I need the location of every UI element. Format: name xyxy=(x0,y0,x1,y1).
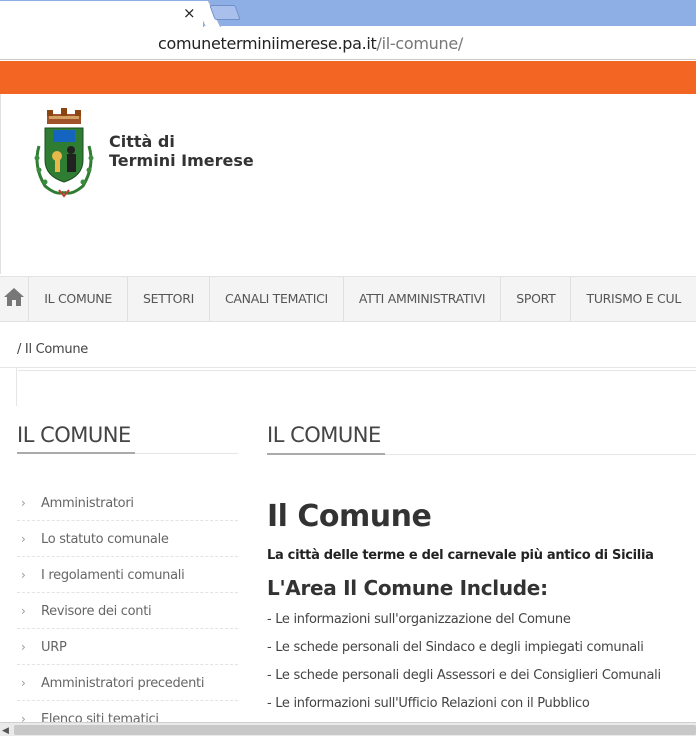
nav-item-sport[interactable]: SPORT xyxy=(501,277,572,321)
sidebar-item-revisore[interactable]: › Revisore dei conti xyxy=(17,593,238,629)
nav-item-settori[interactable]: SETTORI xyxy=(128,277,210,321)
sidebar-menu: › Amministratori › Lo statuto comunale › I … xyxy=(17,485,238,736)
sidebar-item-label: Amministratori xyxy=(41,496,134,511)
site-brand[interactable]: Città di Termini Imerese xyxy=(109,132,254,170)
sidebar-item-statuto[interactable]: › Lo statuto comunale xyxy=(17,521,238,557)
chevron-right-icon: › xyxy=(21,568,26,582)
chevron-right-icon: › xyxy=(21,604,26,618)
address-bar[interactable]: comuneterminiimerese.pa.it/il-comune/ xyxy=(0,27,696,60)
content-list: - Le informazioni sull'organizzazione de… xyxy=(267,612,661,724)
scrollbar-thumb[interactable] xyxy=(14,725,696,735)
nav-item-il-comune[interactable]: IL COMUNE xyxy=(29,277,128,321)
title-underline xyxy=(267,453,385,455)
nav-item-atti-amministrativi[interactable]: ATTI AMMINISTRATIVI xyxy=(344,277,502,321)
url-path: /il-comune/ xyxy=(376,34,464,53)
nav-home-button[interactable] xyxy=(0,277,30,321)
list-item: - Le informazioni sull'Ufficio Relazioni… xyxy=(267,696,590,711)
scroll-left-icon[interactable]: ◀ xyxy=(2,725,9,736)
url-text[interactable]: comuneterminiimerese.pa.it/il-comune/ xyxy=(158,34,463,53)
top-accent-bar xyxy=(0,61,696,94)
breadcrumb: / Il Comune xyxy=(0,330,696,368)
chevron-right-icon: › xyxy=(21,640,26,654)
sidebar-item-label: I regolamenti comunali xyxy=(41,568,185,583)
sidebar-item-amministratori-precedenti[interactable]: › Amministratori precedenti xyxy=(17,665,238,701)
list-item: - Le informazioni sull'organizzazione de… xyxy=(267,612,571,627)
chevron-right-icon: › xyxy=(21,532,26,546)
site-header: Città di Termini Imerese xyxy=(0,94,696,274)
divider xyxy=(18,370,696,371)
nav-item-turismo[interactable]: TURISMO E CUL xyxy=(571,277,696,321)
tab-close-icon[interactable]: × xyxy=(183,4,196,22)
browser-tab-strip: × xyxy=(0,0,696,27)
nav-item-canali-tematici[interactable]: CANALI TEMATICI xyxy=(210,277,344,321)
breadcrumb-text[interactable]: / Il Comune xyxy=(17,342,88,357)
url-host: comuneterminiimerese.pa.it xyxy=(158,34,377,53)
sidebar-item-amministratori[interactable]: › Amministratori xyxy=(17,485,238,521)
section-subheading: L'Area Il Comune Include: xyxy=(267,576,548,600)
sidebar-item-label: Amministratori precedenti xyxy=(41,676,205,691)
page-title: Il Comune xyxy=(267,499,432,534)
sidebar-item-label: Revisore dei conti xyxy=(41,604,152,619)
section-title: IL COMUNE xyxy=(267,423,381,447)
sidebar-item-label: URP xyxy=(41,640,67,655)
brand-line-2: Termini Imerese xyxy=(109,151,254,170)
sidebar-item-urp[interactable]: › URP xyxy=(17,629,238,665)
brand-line-1: Città di xyxy=(109,132,175,151)
browser-tab[interactable] xyxy=(0,1,204,27)
city-coat-of-arms-logo[interactable] xyxy=(31,106,97,198)
title-underline xyxy=(17,452,135,454)
page-subtitle: La città delle terme e del carnevale più… xyxy=(267,548,654,563)
main-nav: IL COMUNE SETTORI CANALI TEMATICI ATTI A… xyxy=(0,276,696,322)
divider xyxy=(16,368,17,406)
home-icon xyxy=(3,287,25,312)
chevron-right-icon: › xyxy=(21,676,26,690)
horizontal-scrollbar[interactable]: ◀ xyxy=(0,722,696,736)
sidebar-item-label: Lo statuto comunale xyxy=(41,532,169,547)
list-item: - Le schede personali degli Assessori e … xyxy=(267,668,661,683)
sidebar-title: IL COMUNE xyxy=(17,423,131,447)
list-item: - Le schede personali del Sindaco e degl… xyxy=(267,640,644,655)
chevron-right-icon: › xyxy=(21,496,26,510)
new-tab-button[interactable] xyxy=(209,5,241,20)
sidebar-item-regolamenti[interactable]: › I regolamenti comunali xyxy=(17,557,238,593)
